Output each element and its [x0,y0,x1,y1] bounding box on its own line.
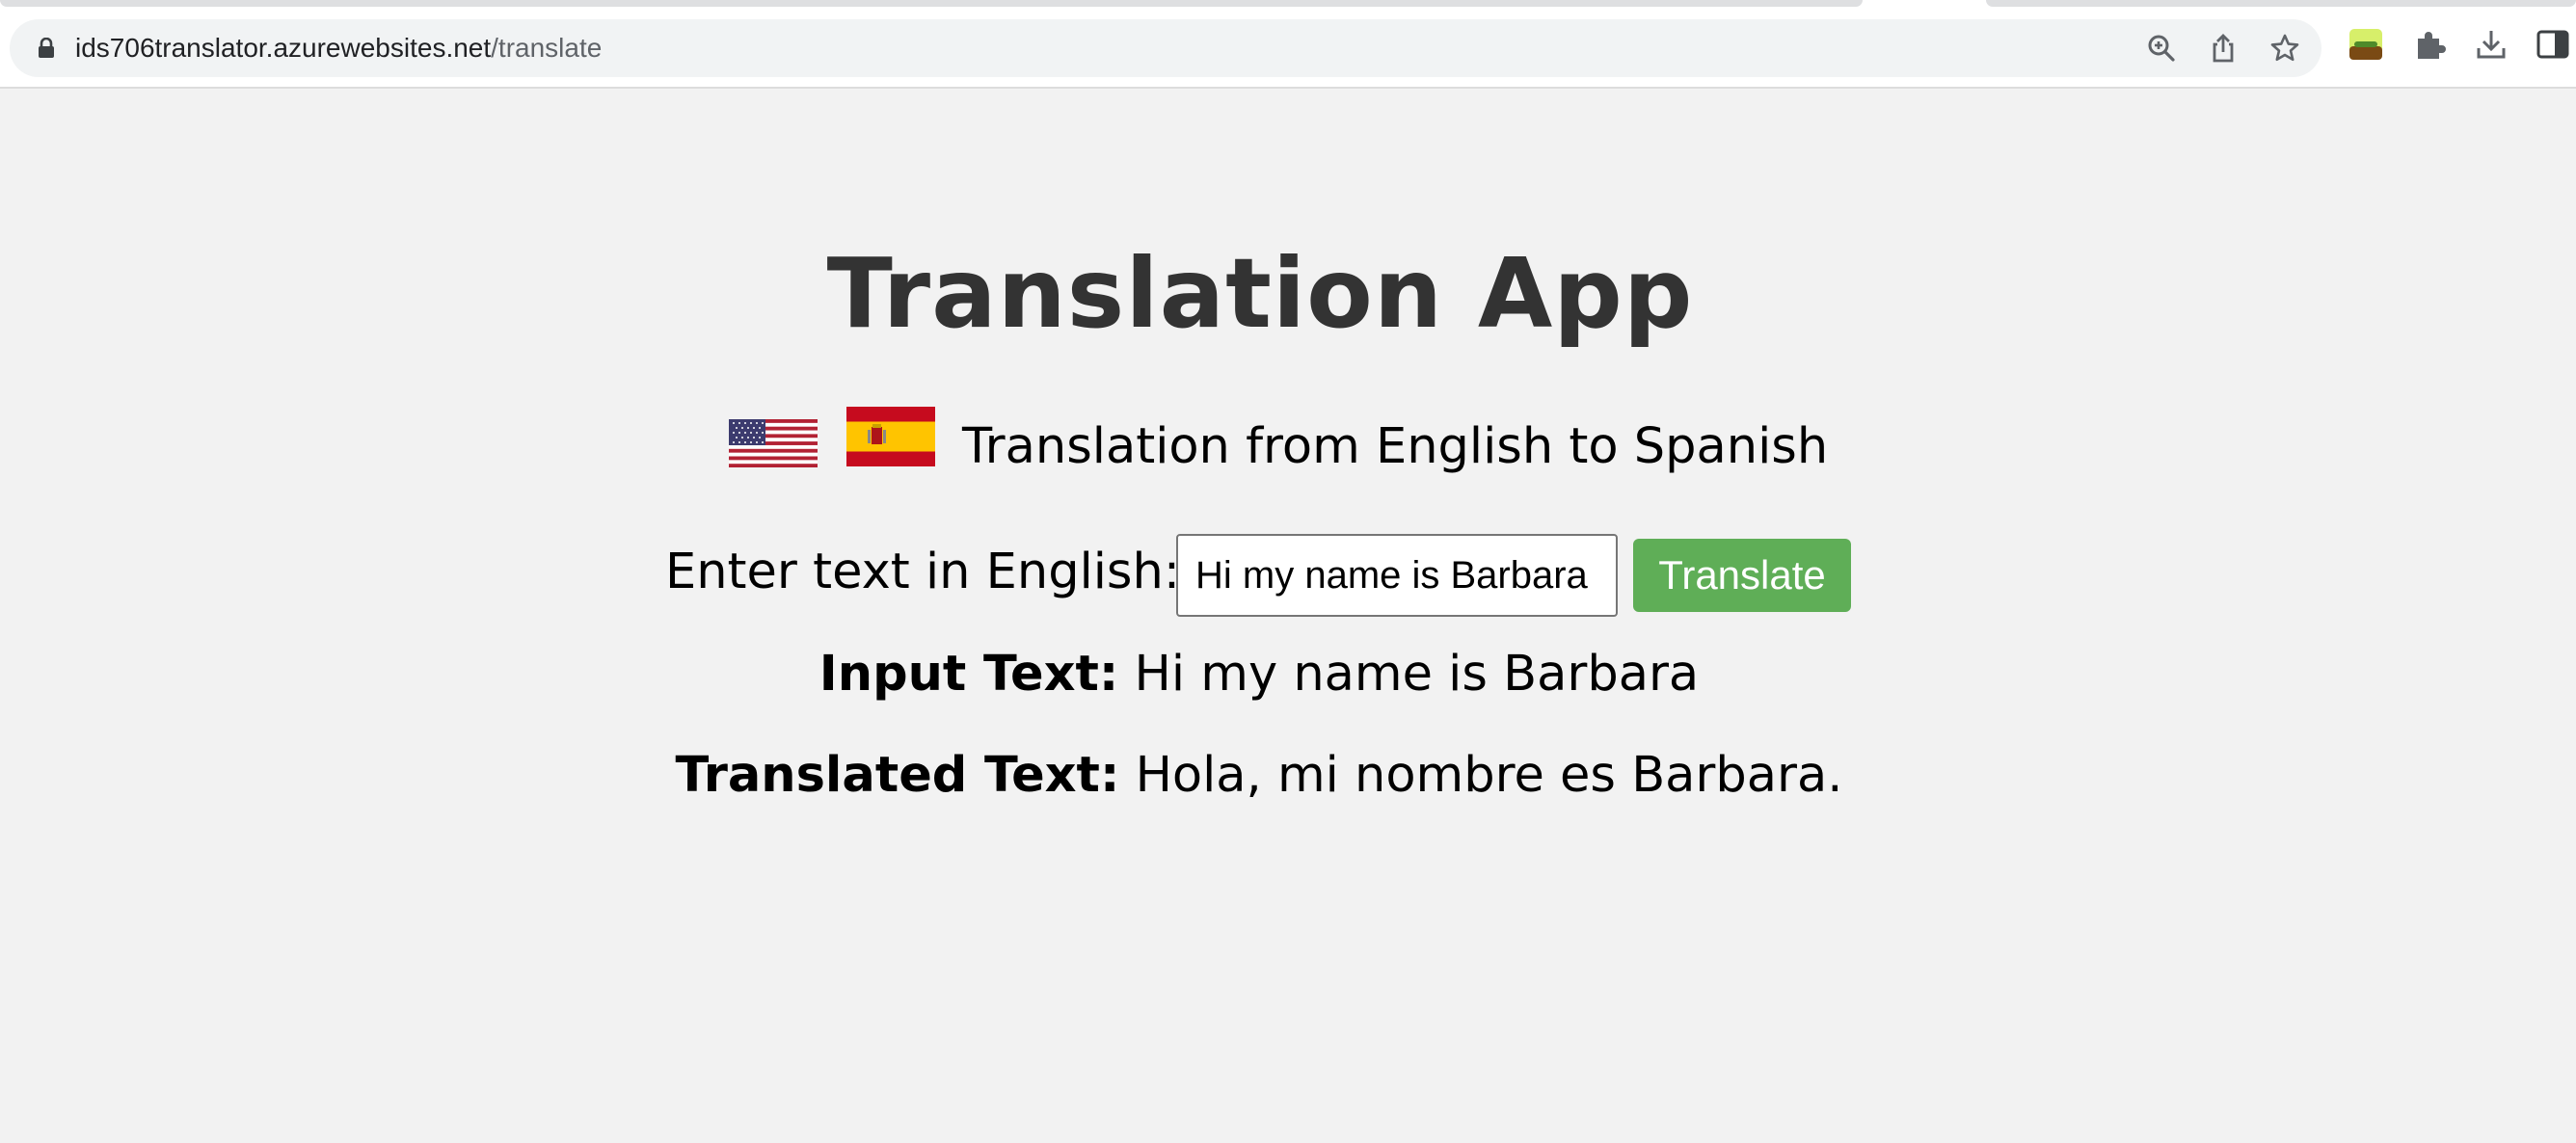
input-text-value: Hi my name is Barbara [1134,646,1700,703]
translated-text-value: Hola, mi nombre es Barbara. [1135,747,1843,804]
url-path: /translate [491,33,603,63]
address-bar[interactable]: ids706translator.azurewebsites.net/trans… [10,19,2321,77]
translate-button[interactable]: Translate [1633,539,1851,612]
translate-form: Enter text in English: Translate [0,530,2576,617]
english-text-input[interactable] [1176,534,1618,617]
share-icon[interactable] [2208,33,2239,64]
browser-toolbar: ids706translator.azurewebsites.net/trans… [0,0,2576,89]
extensions-puzzle-icon[interactable] [2412,27,2447,62]
english-text-label: Enter text in English: [665,544,1181,600]
us-flag-icon [729,419,818,467]
translated-text-line: Translated Text: Hola, mi nombre es Barb… [0,745,2518,807]
tab-strip [0,0,2576,13]
page-subtitle: Translation from English to Spanish [962,418,1829,475]
page-title: Translation App [826,237,1694,350]
input-text-line: Input Text: Hi my name is Barbara [0,644,2518,705]
zoom-icon[interactable] [2146,33,2177,64]
url-host: ids706translator.azurewebsites.net [75,33,492,63]
tab-inactive[interactable] [0,0,1863,7]
lock-icon[interactable] [37,38,56,59]
translated-text-label: Translated Text: [675,747,1120,804]
download-icon[interactable] [2474,27,2509,62]
extension-app-icon[interactable] [2348,27,2383,62]
tab-inactive[interactable] [1986,0,2576,7]
input-text-label: Input Text: [818,646,1119,703]
spain-flag-icon [846,407,935,466]
bookmark-star-icon[interactable] [2269,33,2300,64]
url-text[interactable]: ids706translator.azurewebsites.net/trans… [75,19,602,77]
side-panel-icon[interactable] [2536,27,2570,62]
